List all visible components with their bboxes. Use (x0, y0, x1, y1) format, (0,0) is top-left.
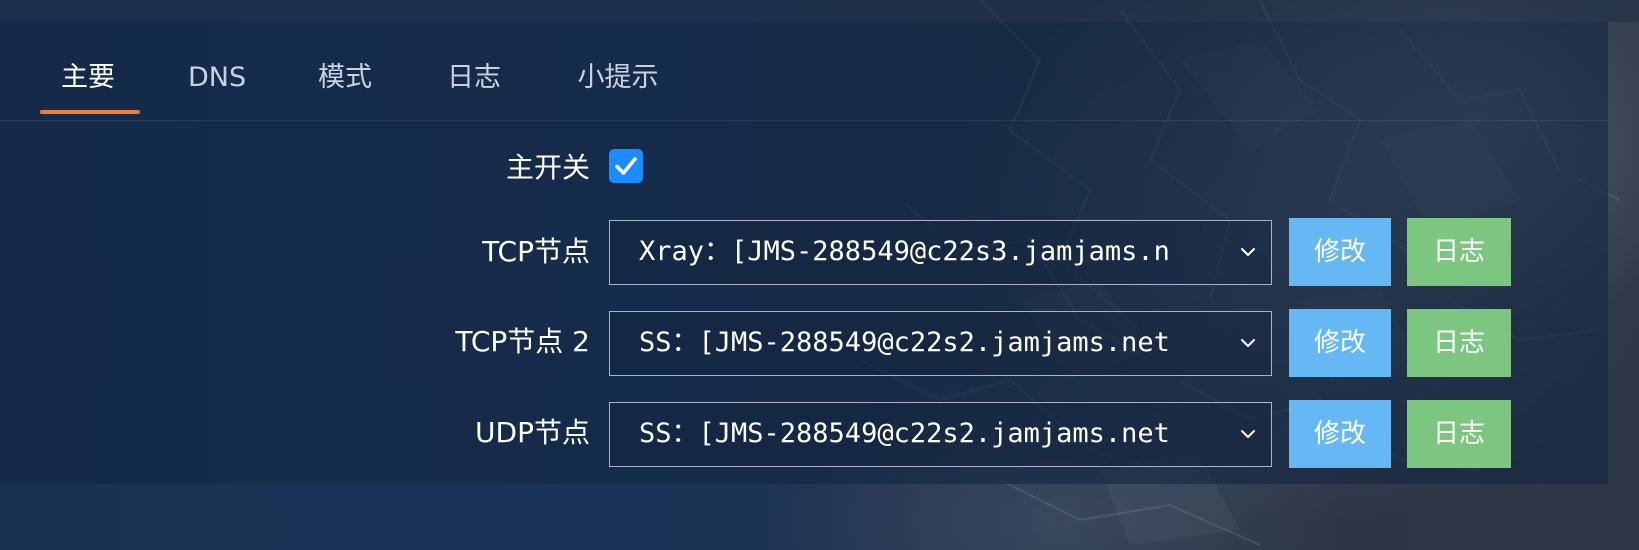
tab-dns[interactable]: DNS (188, 58, 246, 98)
udp-node-select[interactable]: SS：[JMS-288549@c22s2.jamjams.net (609, 402, 1272, 467)
active-tab-indicator (40, 110, 140, 114)
check-icon (615, 157, 637, 175)
tcp-node-2-label: TCP节点 2 (455, 325, 590, 358)
udp-node-log-button[interactable]: 日志 (1407, 400, 1511, 468)
udp-node-edit-button[interactable]: 修改 (1289, 400, 1391, 468)
chevron-down-icon (1241, 248, 1255, 256)
udp-node-label: UDP节点 (475, 416, 590, 449)
tab-tips[interactable]: 小提示 (574, 58, 662, 98)
tcp-node-value: Xray：[JMS-288549@c22s3.jamjams.n (639, 236, 1170, 267)
tcp-node-2-log-button[interactable]: 日志 (1407, 309, 1511, 377)
master-switch-checkbox[interactable] (609, 149, 643, 183)
top-strip (0, 0, 1639, 22)
tcp-node-edit-button[interactable]: 修改 (1289, 218, 1391, 286)
udp-node-value: SS：[JMS-288549@c22s2.jamjams.net (639, 418, 1170, 449)
tab-main[interactable]: 主要 (58, 58, 118, 98)
chevron-down-icon (1241, 339, 1255, 347)
tcp-node-log-button[interactable]: 日志 (1407, 218, 1511, 286)
tab-mode[interactable]: 模式 (316, 58, 374, 98)
chevron-down-icon (1241, 430, 1255, 438)
tcp-node-label: TCP节点 (482, 235, 590, 268)
tab-log[interactable]: 日志 (445, 58, 503, 98)
tcp-node-select[interactable]: Xray：[JMS-288549@c22s3.jamjams.n (609, 220, 1272, 285)
tcp-node-2-value: SS：[JMS-288549@c22s2.jamjams.net (639, 327, 1170, 358)
tcp-node-2-edit-button[interactable]: 修改 (1289, 309, 1391, 377)
master-switch-label: 主开关 (505, 151, 590, 184)
tcp-node-2-select[interactable]: SS：[JMS-288549@c22s2.jamjams.net (609, 311, 1272, 376)
